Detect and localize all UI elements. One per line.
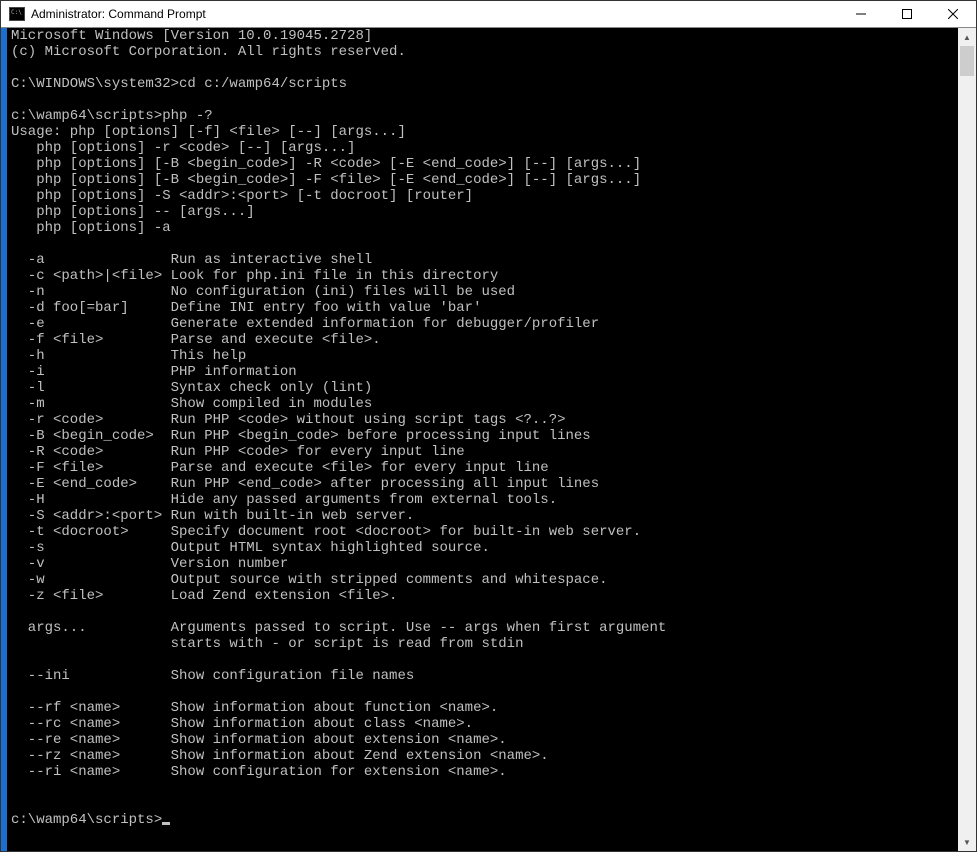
minimize-icon: [856, 9, 866, 19]
window-controls: [838, 1, 976, 27]
close-button[interactable]: [930, 1, 976, 27]
maximize-button[interactable]: [884, 1, 930, 27]
scroll-up-button[interactable]: ▲: [958, 28, 976, 46]
maximize-icon: [902, 9, 912, 19]
vertical-scrollbar[interactable]: ▲ ▼: [958, 28, 976, 851]
window-title: Administrator: Command Prompt: [31, 7, 838, 21]
cursor: [162, 822, 170, 825]
command-prompt-window: Administrator: Command Prompt Microsoft …: [0, 0, 977, 852]
scroll-down-button[interactable]: ▼: [958, 833, 976, 851]
titlebar[interactable]: Administrator: Command Prompt: [1, 1, 976, 28]
minimize-button[interactable]: [838, 1, 884, 27]
client-area: Microsoft Windows [Version 10.0.19045.27…: [1, 28, 976, 851]
prompt-text: c:\wamp64\scripts>: [11, 812, 162, 828]
console-text: Microsoft Windows [Version 10.0.19045.27…: [11, 28, 666, 780]
console-output[interactable]: Microsoft Windows [Version 10.0.19045.27…: [1, 28, 958, 851]
prompt-line[interactable]: c:\wamp64\scripts>: [11, 812, 170, 828]
close-icon: [948, 9, 958, 19]
scroll-thumb[interactable]: [960, 46, 974, 76]
cmd-icon: [9, 7, 25, 21]
